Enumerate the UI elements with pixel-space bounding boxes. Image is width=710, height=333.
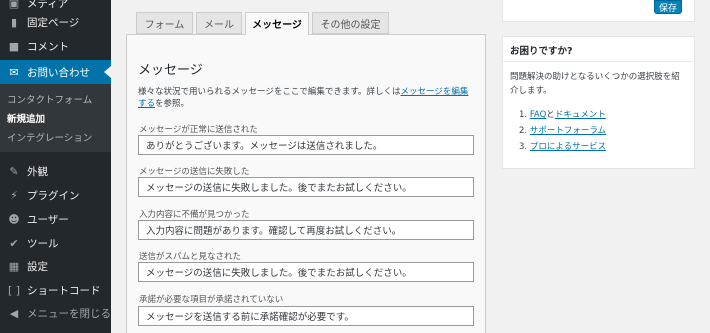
- list-number: 2.: [519, 126, 528, 136]
- collapse-menu-label: メニューを閉じる: [27, 307, 111, 320]
- sidebar-item-label: ユーザー: [27, 213, 69, 226]
- sidebar-item-appearance[interactable]: ✎ 外観: [0, 159, 111, 183]
- message-label: 承諾が必要な項目が承諾されていない: [139, 295, 284, 305]
- documentation-link[interactable]: ドキュメント: [555, 110, 606, 120]
- help-list-item: 1. FAQとドキュメント: [519, 108, 606, 120]
- help-list-item: 2. サポートフォーラム: [519, 124, 606, 136]
- settings-icon: ▦: [8, 259, 20, 273]
- admin-sidebar: ▣ メディア ▮ 固定ページ ■ コメント ✉ お問い合わせ コンタクトフォーム…: [0, 0, 111, 333]
- sidebar-item-contact[interactable]: ✉ お問い合わせ: [0, 60, 111, 84]
- message-label: 入力内容に不備が見つかった: [139, 210, 250, 220]
- tab-mail[interactable]: メール: [196, 12, 242, 34]
- support-forum-link[interactable]: サポートフォーラム: [530, 126, 606, 136]
- faq-link[interactable]: FAQ: [530, 110, 546, 120]
- shortcode-icon: [ ]: [7, 283, 21, 297]
- sidebar-item-shortcode[interactable]: [ ] ショートコード: [0, 278, 111, 302]
- page-icon: ▮: [10, 15, 18, 29]
- sidebar-item-label: お問い合わせ: [27, 66, 90, 79]
- wrench-icon: ✔: [9, 236, 19, 250]
- sidebar-item-label: コメント: [27, 40, 69, 53]
- collapse-menu-button[interactable]: ◀ メニューを閉じる: [0, 301, 111, 325]
- panel-description: 様々な状況で用いられるメッセージをここで編集できます。詳しくはメッセージを編集す…: [138, 86, 474, 110]
- submenu-contact-forms[interactable]: コンタクトフォーム: [7, 92, 92, 106]
- sidebar-item-label: ショートコード: [27, 284, 101, 297]
- sidebar-item-label: ツール: [27, 237, 59, 250]
- collapse-icon: ◀: [9, 306, 19, 320]
- pro-services-link[interactable]: プロによるサービス: [530, 142, 606, 152]
- sidebar-item-tools[interactable]: ✔ ツール: [0, 231, 111, 255]
- help-divider: [503, 61, 694, 62]
- contact-submenu: コンタクトフォーム 新規追加 インテグレーション: [0, 84, 111, 152]
- sidebar-item-label: 外観: [27, 165, 48, 178]
- sidebar-item-pages[interactable]: ▮ 固定ページ: [0, 10, 111, 34]
- spam-message-input[interactable]: メッセージの送信に失敗しました。後でまたお試しください。: [138, 262, 474, 282]
- tab-form[interactable]: フォーム: [136, 12, 193, 34]
- sidebar-item-comments[interactable]: ■ コメント: [0, 34, 111, 58]
- comment-icon: ■: [8, 39, 20, 53]
- media-icon: ▣: [8, 0, 20, 10]
- list-number: 1.: [519, 110, 528, 120]
- panel-title: メッセージ: [138, 63, 203, 78]
- validation-error-input[interactable]: 入力内容に問題があります。確認して再度お試しください。: [138, 220, 474, 240]
- message-send-failed-input[interactable]: メッセージの送信に失敗しました。後でまたお試しください。: [138, 177, 474, 197]
- tab-other-settings[interactable]: その他の設定: [312, 12, 389, 34]
- message-label: 送信がスパムと見なされた: [139, 252, 242, 262]
- list-joiner: と: [546, 110, 555, 120]
- message-sent-ok-input[interactable]: ありがとうございます。メッセージは送信されました。: [138, 135, 474, 155]
- sidebar-item-settings[interactable]: ▦ 設定: [0, 254, 111, 278]
- sidebar-item-label: メディア: [27, 0, 69, 10]
- help-list-item: 3. プロによるサービス: [519, 140, 606, 152]
- user-icon: ☻: [8, 212, 20, 226]
- message-label: メッセージが正常に送信された: [139, 125, 258, 135]
- help-text: 問題解決の助けとなるいくつかの選択肢を紹介します。: [510, 72, 680, 96]
- sidebar-item-label: 設定: [27, 260, 48, 273]
- acceptance-missing-input[interactable]: メッセージを送信する前に承諾確認が必要です。: [138, 306, 474, 326]
- mail-icon: ✉: [9, 65, 19, 79]
- help-title: お困りですか?: [510, 46, 573, 57]
- description-text-end: を参照。: [155, 99, 190, 109]
- brush-icon: ✎: [9, 164, 19, 178]
- submenu-integration[interactable]: インテグレーション: [7, 130, 92, 144]
- sidebar-item-plugins[interactable]: ⚡ プラグイン: [0, 183, 111, 207]
- save-button[interactable]: 保存: [654, 0, 682, 14]
- list-number: 3.: [519, 142, 528, 152]
- submenu-add-new[interactable]: 新規追加: [7, 111, 45, 125]
- sidebar-item-label: プラグイン: [27, 189, 80, 202]
- plugin-icon: ⚡: [10, 188, 18, 202]
- message-label: メッセージの送信に失敗した: [139, 167, 250, 177]
- description-text: 様々な状況で用いられるメッセージをここで編集できます。詳しくは: [138, 87, 401, 97]
- tab-messages[interactable]: メッセージ: [245, 12, 309, 35]
- sidebar-item-users[interactable]: ☻ ユーザー: [0, 207, 111, 231]
- sidebar-item-label: 固定ページ: [27, 16, 80, 29]
